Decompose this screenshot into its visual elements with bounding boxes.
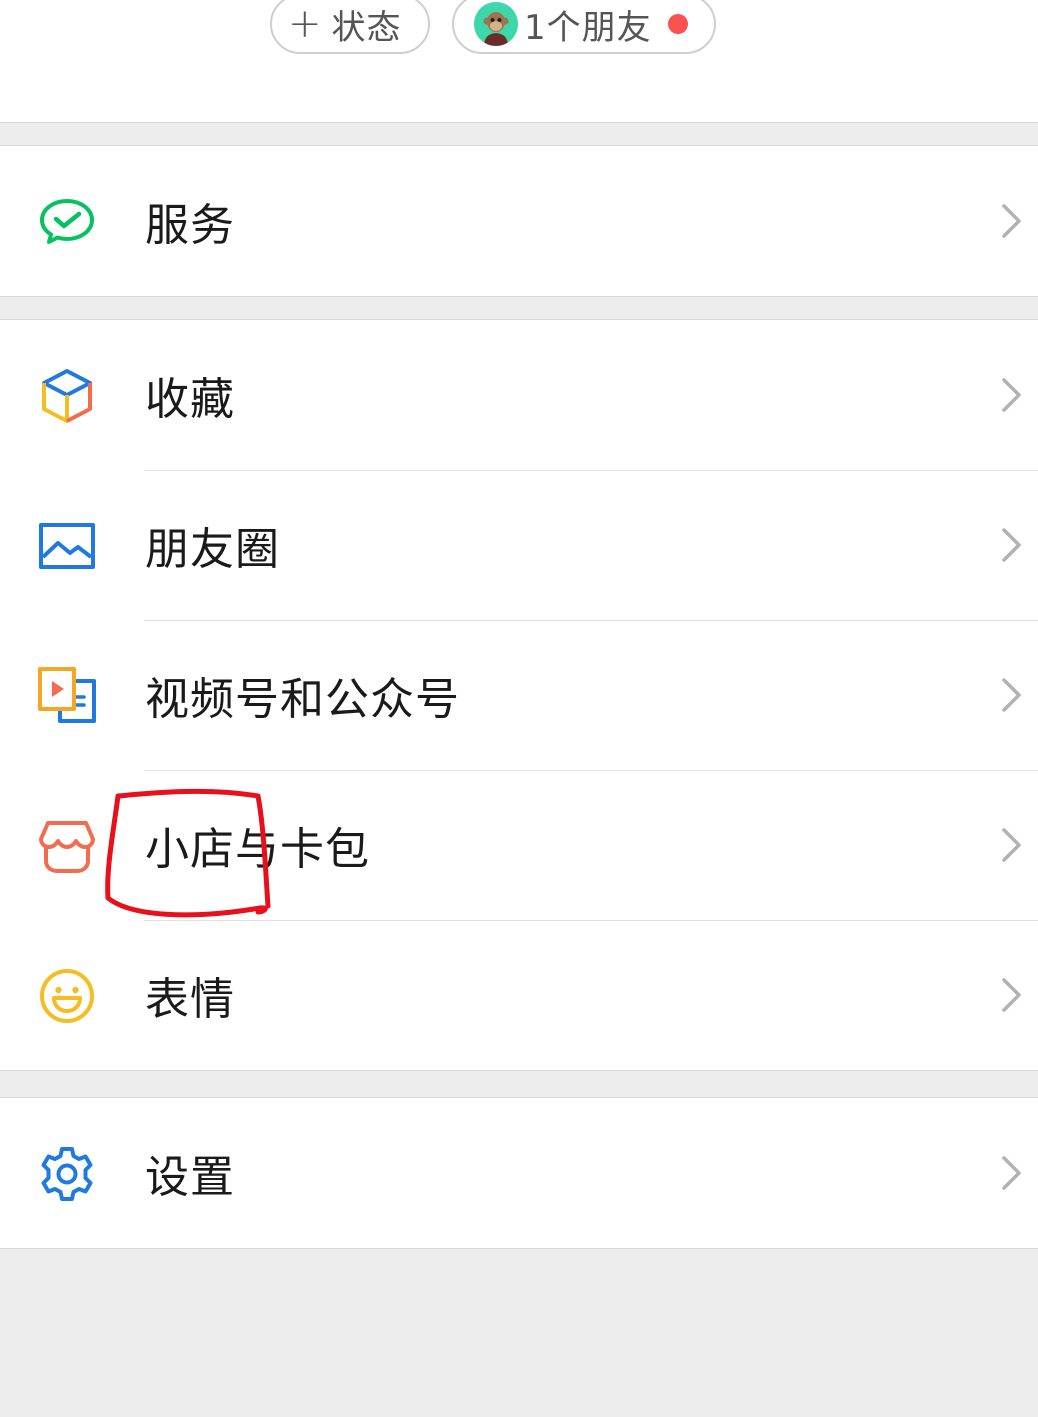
chevron-right-icon (1002, 378, 1021, 412)
chevron-right-icon (1002, 204, 1021, 238)
menu-item-label: 朋友圈 (145, 524, 280, 575)
smiley-icon (40, 969, 94, 1023)
friends-status-button[interactable]: 1个朋友 (452, 0, 716, 54)
menu-item-stickers[interactable]: 表情 (0, 920, 1038, 1070)
menu-item-label: 收藏 (145, 374, 235, 425)
menu-item-label: 设置 (145, 1152, 235, 1203)
menu-item-moments[interactable]: 朋友圈 (0, 470, 1038, 620)
menu-item-favorites[interactable]: 收藏 (0, 320, 1038, 470)
friends-count-label: 1个朋友 (524, 7, 652, 48)
avatar (474, 2, 518, 46)
menu-item-shop[interactable]: 小店与卡包 (0, 770, 1038, 920)
cube-icon (42, 369, 92, 423)
profile-header: + 状态 1个朋友 (0, 0, 1038, 123)
chevron-right-icon (1002, 978, 1021, 1012)
chevron-right-icon (1002, 528, 1021, 562)
add-status-button[interactable]: + 状态 (270, 0, 430, 54)
status-label: 状态 (331, 7, 402, 48)
menu-item-settings[interactable]: 设置 (0, 1098, 1038, 1248)
menu-item-channels[interactable]: 视频号和公众号 (0, 620, 1038, 770)
menu-item-label: 服务 (145, 200, 235, 251)
menu-item-label: 小店与卡包 (145, 824, 370, 875)
chevron-right-icon (1002, 1156, 1021, 1190)
services-group: 服务 (0, 145, 1038, 297)
unread-dot (667, 14, 688, 34)
main-menu-group: 收藏 朋友圈 视频号和公众号 小店与卡包 表情 (0, 319, 1038, 1071)
menu-item-services[interactable]: 服务 (0, 146, 1038, 296)
plus-icon: + (288, 1, 322, 47)
chevron-right-icon (1002, 678, 1021, 712)
wechat-pay-check-icon (40, 199, 94, 244)
chevron-right-icon (1002, 828, 1021, 862)
picture-icon (39, 523, 95, 569)
menu-item-label: 视频号和公众号 (145, 674, 460, 725)
gear-icon (41, 1147, 93, 1201)
menu-item-label: 表情 (145, 974, 235, 1025)
shop-icon (39, 821, 95, 873)
channels-icon (38, 667, 96, 723)
settings-group: 设置 (0, 1097, 1038, 1249)
